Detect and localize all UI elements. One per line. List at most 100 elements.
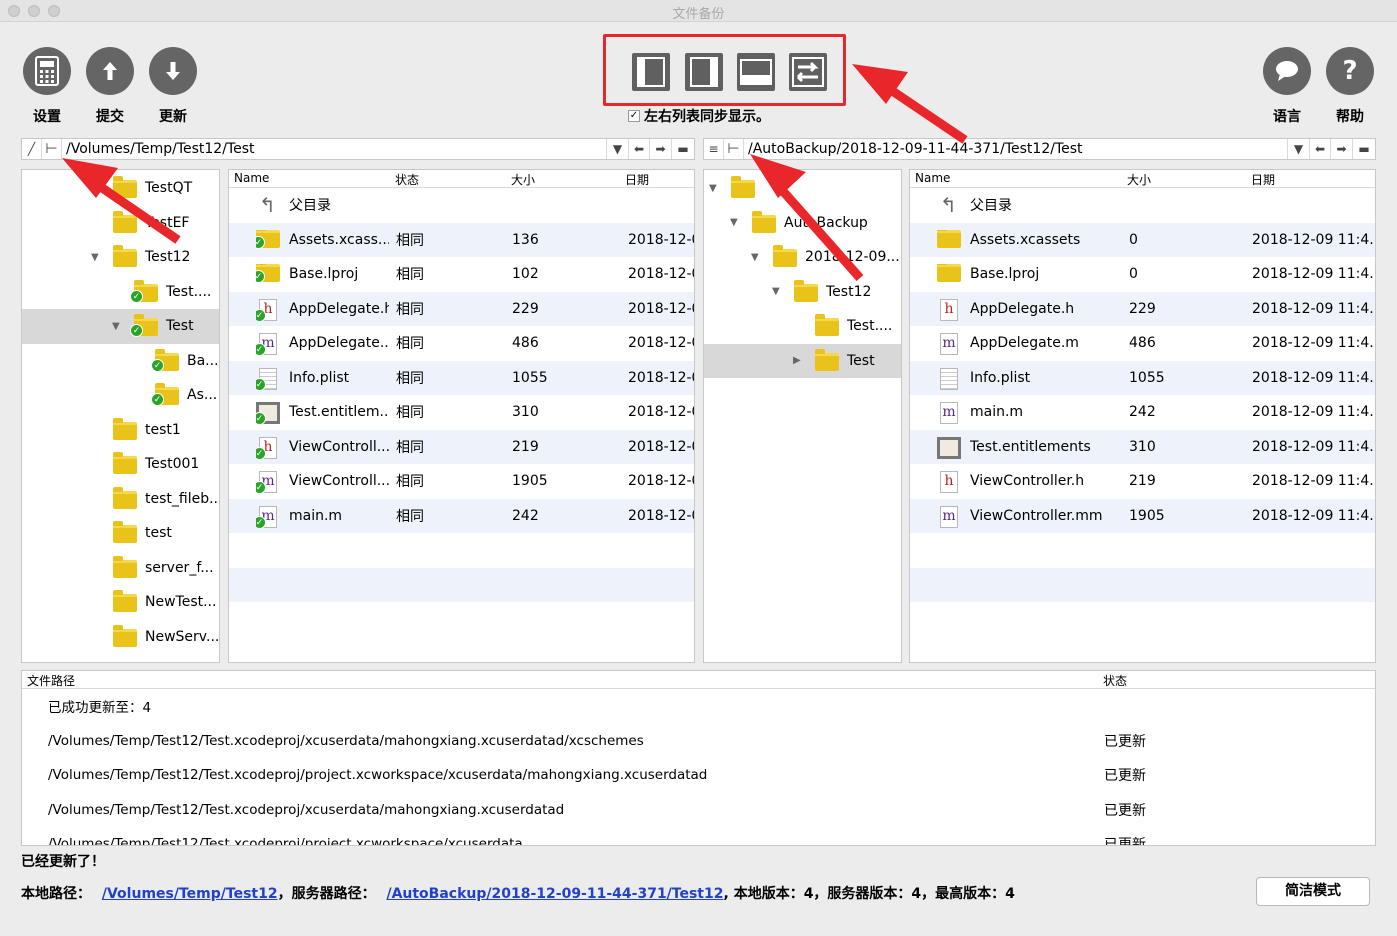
disclosure-triangle-icon[interactable]: ▼ [112,321,120,332]
file-row[interactable]: Info.plist 1055 2018-12-09 11:4... [910,360,1375,395]
col-date-header[interactable]: 日期 [1251,171,1275,188]
file-row[interactable]: ✓ Base.lproj 相同 102 2018-12-0 [229,257,694,292]
list-view-button[interactable]: ≡ [704,139,724,159]
tree-item[interactable]: server_f... [22,551,219,586]
log-row[interactable]: /Volumes/Temp/Test12/Test.xcodeproj/xcus… [22,793,1375,828]
disclosure-triangle-icon[interactable]: ▼ [772,286,780,297]
tree-item[interactable]: Test001 [22,447,219,482]
log-row[interactable]: /Volumes/Temp/Test12/Test.xcodeproj/xcus… [22,724,1375,759]
language-button[interactable] [1263,47,1311,95]
server-path-link[interactable]: /AutoBackup/2018-12-09-11-44-371/Test12 [386,886,723,902]
open-folder-button[interactable]: ▬ [672,139,694,159]
tree-item[interactable]: TestEF [22,206,219,241]
question-icon: ? [1342,56,1358,86]
forward-button[interactable]: ➡ [650,139,672,159]
log-table[interactable]: 文件路径 状态 已成功更新至：4/Volumes/Temp/Test12/Tes… [21,670,1376,846]
layout-left-button[interactable] [632,53,670,91]
tree-item[interactable]: test_fileb... [22,482,219,517]
tree-item[interactable]: ▼ Test12 [704,275,901,310]
file-row[interactable]: h ✓ AppDelegate.h 相同 229 2018-12-0 [229,291,694,326]
layout-right-button[interactable] [685,53,723,91]
slash-view-button[interactable]: ╱ [22,139,42,159]
file-row[interactable]: m ViewController.mm 1905 2018-12-09 11:4... [910,498,1375,533]
help-button[interactable]: ? [1326,47,1374,95]
tree-item[interactable]: ✓ Ba... [22,344,219,379]
disclosure-triangle-icon[interactable]: ▼ [91,252,99,263]
parent-directory-row[interactable]: ↰ 父目录 [229,188,694,223]
tree-item[interactable]: Test.... [704,309,901,344]
tree-item[interactable]: ✓ As... [22,378,219,413]
col-name-header[interactable]: Name [234,171,269,185]
file-row[interactable]: ✓ Assets.xcass... 相同 136 2018-12-0 [229,222,694,257]
left-path-input[interactable] [62,139,606,159]
tree-item[interactable]: ▼ [704,171,901,206]
tree-item[interactable]: ▼ 2018-12-09... [704,240,901,275]
col-size-header[interactable]: 大小 [511,171,535,188]
file-row[interactable]: Base.lproj 0 2018-12-09 11:4... [910,257,1375,292]
file-row[interactable]: m AppDelegate.m 486 2018-12-09 11:4... [910,326,1375,361]
file-row[interactable]: ✓ Test.entitlem... 相同 310 2018-12-0 [229,395,694,430]
disclosure-triangle-icon[interactable]: ▼ [730,217,738,228]
folder-icon [113,624,137,651]
update-button[interactable] [149,47,197,95]
tree-item[interactable]: ▼ ✓ Test [22,309,219,344]
forward-button-right[interactable]: ➡ [1331,139,1353,159]
log-row[interactable]: /Volumes/Temp/Test12/Test.xcodeproj/proj… [22,827,1375,845]
file-row[interactable]: h AppDelegate.h 229 2018-12-09 11:4... [910,291,1375,326]
tree-item[interactable]: ▼ Test12 [22,240,219,275]
file-date: 2018-12-09 11:4... [1252,231,1374,248]
file-row[interactable]: ✓ Info.plist 相同 1055 2018-12-0 [229,360,694,395]
file-row[interactable]: m ✓ ViewControll... 相同 1905 2018-12-0 [229,464,694,499]
settings-button[interactable] [23,47,71,95]
back-button-right[interactable]: ⬅ [1309,139,1331,159]
left-folder-tree[interactable]: TestQT TestEF ▼ Test12 ✓ Test.... ▼ ✓ Test ✓ Ba...… [21,169,220,663]
layout-bottom-button[interactable] [737,53,775,91]
swap-button[interactable] [789,53,827,91]
file-row[interactable]: Test.entitlements 310 2018-12-09 11:4... [910,429,1375,464]
file-date: 2018-12-09 11:4... [1252,507,1374,524]
path-dropdown-button-right[interactable]: ▼ [1287,139,1309,159]
tree-item[interactable]: ▼ AutoBackup [704,206,901,241]
file-row[interactable]: h ViewController.h 219 2018-12-09 11:4... [910,464,1375,499]
tree-item[interactable]: NewTest... [22,585,219,620]
tree-item[interactable]: NewServ... [22,620,219,655]
log-row[interactable]: /Volumes/Temp/Test12/Test.xcodeproj/proj… [22,758,1375,793]
file-row[interactable]: m main.m 242 2018-12-09 11:4... [910,395,1375,430]
tree-item[interactable]: TestQT [22,171,219,206]
tree-item-label: AutoBackup [784,214,868,231]
sync-display-checkbox[interactable]: ✓ 左右列表同步显示。 [628,106,770,126]
commit-button[interactable] [86,47,134,95]
col-name-header[interactable]: Name [915,171,950,185]
right-folder-tree[interactable]: ▼ ▼ AutoBackup ▼ 2018-12-09... ▼ Test12 Test...… [703,169,902,663]
simple-mode-button[interactable]: 简洁模式 [1256,877,1370,906]
col-date-header[interactable]: 日期 [625,171,649,188]
tree-view-button[interactable]: ⊢ [42,139,62,159]
disclosure-triangle-icon[interactable]: ▼ [751,252,759,263]
file-name: Base.lproj [970,266,1040,283]
file-row[interactable]: Assets.xcassets 0 2018-12-09 11:4... [910,222,1375,257]
file-row[interactable]: m ✓ main.m 相同 242 2018-12-0 [229,498,694,533]
tree-view-button-right[interactable]: ⊢ [724,139,744,159]
disclosure-triangle-icon[interactable]: ▶ [793,355,801,366]
tree-item[interactable]: test1 [22,413,219,448]
tree-item[interactable]: ▶ Test [704,343,901,378]
right-file-list[interactable]: Name 大小 日期 ↰ 父目录 Assets.xcassets 0 2018-12-0… [909,169,1376,663]
tree-item[interactable]: ✓ Test.... [22,275,219,310]
tree-item[interactable]: test [22,516,219,551]
open-folder-button-right[interactable]: ▬ [1353,139,1375,159]
col-status-header[interactable]: 状态 [395,171,419,188]
right-path-input[interactable] [744,139,1287,159]
local-path-link[interactable]: /Volumes/Temp/Test12 [102,886,278,902]
path-dropdown-button[interactable]: ▼ [606,139,628,159]
file-row[interactable]: h ✓ ViewControll... 相同 219 2018-12-0 [229,429,694,464]
col-log-status-header[interactable]: 状态 [1103,672,1127,689]
parent-directory-row[interactable]: ↰ 父目录 [910,188,1375,223]
back-button[interactable]: ⬅ [628,139,650,159]
log-row[interactable]: 已成功更新至：4 [22,689,1375,724]
file-status: 相同 [396,439,424,456]
col-file-path-header[interactable]: 文件路径 [27,672,75,689]
disclosure-triangle-icon[interactable]: ▼ [709,183,717,194]
left-file-list[interactable]: Name 状态 大小 日期 ↰ 父目录 ✓ Assets.xcass... 相同 136 2… [228,169,695,663]
file-row[interactable]: m ✓ AppDelegate... 相同 486 2018-12-0 [229,326,694,361]
col-size-header[interactable]: 大小 [1127,171,1151,188]
